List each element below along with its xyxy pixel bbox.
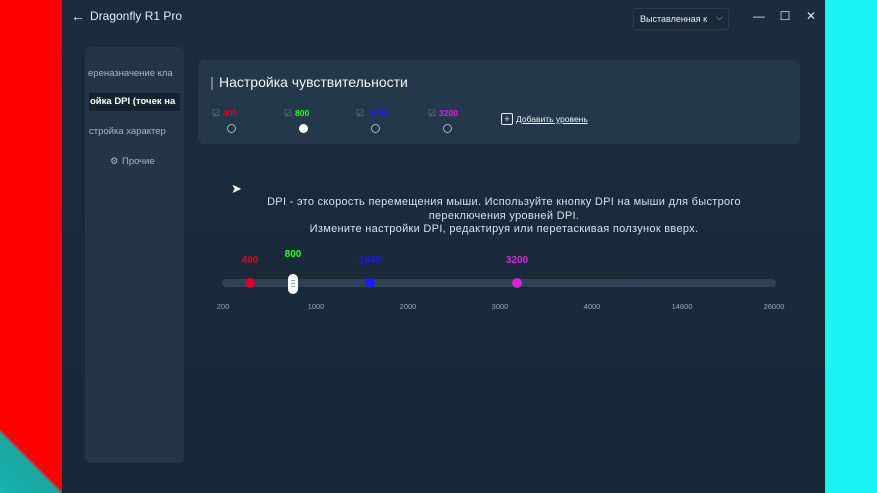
slider-tick-label: 26000 xyxy=(763,302,785,311)
description-line: DPI - это скорость перемещения мыши. Исп… xyxy=(267,196,741,208)
checkbox-icon[interactable]: ☑ xyxy=(428,108,436,119)
slider-point-400[interactable] xyxy=(245,278,255,288)
slider-track[interactable] xyxy=(222,279,776,287)
dpi-level-value: 1600 xyxy=(367,108,386,118)
dpi-level-2[interactable]: ☑ 800 xyxy=(284,107,340,137)
app-title: Dragonfly R1 Pro xyxy=(90,9,183,23)
dpi-level-radio[interactable] xyxy=(227,124,236,133)
slider-tick-label: 3000 xyxy=(491,302,509,311)
desktop-background-left xyxy=(0,0,62,493)
checkbox-icon[interactable]: ☑ xyxy=(284,108,292,119)
slider-handle-800[interactable] xyxy=(288,274,298,294)
checkbox-icon[interactable]: ☑ xyxy=(212,108,220,119)
profile-select[interactable]: Выставленная к ⌵ xyxy=(633,8,729,30)
dpi-level-value: 3200 xyxy=(439,108,458,118)
dpi-level-value: 400 xyxy=(223,108,238,118)
desktop-background-corner xyxy=(0,430,62,493)
slider-point-label: 1600 xyxy=(358,255,382,266)
slider-tick-label: 4000 xyxy=(583,302,601,311)
app-window: ← Dragonfly R1 Pro Выставленная к ⌵ — ☐ … xyxy=(62,0,825,493)
card-title: Настройка чувствительности xyxy=(219,74,408,90)
sidebar-item-label: ереназначение кла xyxy=(88,68,173,79)
slider-tick-label: 1000 xyxy=(307,302,325,311)
description-line: Измените настройки DPI, редактируя или п… xyxy=(309,223,699,235)
grip-icon xyxy=(291,280,295,281)
slider-tick-label: 2000 xyxy=(399,302,417,311)
plus-box-icon: + xyxy=(501,113,513,125)
chevron-down-icon: ⌵ xyxy=(716,12,723,22)
slider-tick-label: 14800 xyxy=(671,302,693,311)
add-level-button[interactable]: + Добавить уровень xyxy=(501,113,588,127)
close-button[interactable]: ✕ xyxy=(800,7,822,25)
slider-tick-label: 200 xyxy=(216,302,230,311)
slider-point-3200[interactable] xyxy=(512,278,522,288)
gear-icon: ⚙ xyxy=(110,156,119,167)
dpi-slider: 400 800 1600 3200 200 1000 2000 3000 400… xyxy=(217,245,788,315)
slider-point-1600[interactable] xyxy=(365,278,375,288)
sidebar-item-performance[interactable]: стройка характер xyxy=(85,123,184,141)
sidebar: ереназначение кла ойка DPI (точек на стр… xyxy=(85,47,184,463)
profile-select-value: Выставленная к xyxy=(640,14,708,24)
sidebar-item-dpi[interactable]: ойка DPI (точек на xyxy=(89,93,180,111)
sidebar-item-other[interactable]: ⚙ Прочие xyxy=(85,153,184,171)
dpi-level-1[interactable]: ☑ 400 xyxy=(212,107,268,137)
sidebar-item-label: Прочие xyxy=(122,156,155,167)
sensitivity-card: Настройка чувствительности ☑ 400 ☑ 800 ☑… xyxy=(198,60,800,144)
dpi-level-3[interactable]: ☑ 1600 xyxy=(356,107,412,137)
sidebar-item-button-remap[interactable]: ереназначение кла xyxy=(85,65,184,83)
desktop-background-right xyxy=(825,0,877,493)
title-accent-bar xyxy=(211,77,213,90)
mouse-pointer-icon: ➤ xyxy=(231,181,242,196)
slider-point-label: 400 xyxy=(241,255,259,266)
sidebar-item-label: ойка DPI (точек на xyxy=(90,96,176,107)
checkbox-icon[interactable]: ☑ xyxy=(356,108,364,119)
description-line: переключения уровней DPI. xyxy=(428,209,580,222)
add-level-label: Добавить уровень xyxy=(516,114,588,124)
back-arrow-icon[interactable]: ← xyxy=(70,8,86,24)
title-bar: ← Dragonfly R1 Pro Выставленная к ⌵ — ☐ … xyxy=(62,0,825,34)
dpi-level-radio[interactable] xyxy=(371,124,380,133)
maximize-button[interactable]: ☐ xyxy=(774,7,796,25)
slider-point-label: 3200 xyxy=(505,255,529,266)
minimize-button[interactable]: — xyxy=(748,7,770,25)
dpi-description: DPI - это скорость перемещения мыши. Исп… xyxy=(222,196,786,237)
sidebar-item-label: стройка характер xyxy=(89,126,166,137)
slider-point-label: 800 xyxy=(284,249,302,260)
dpi-level-value: 800 xyxy=(295,108,310,118)
dpi-level-4[interactable]: ☑ 3200 xyxy=(428,107,484,137)
dpi-level-radio[interactable] xyxy=(299,124,308,133)
dpi-level-radio[interactable] xyxy=(443,124,452,133)
